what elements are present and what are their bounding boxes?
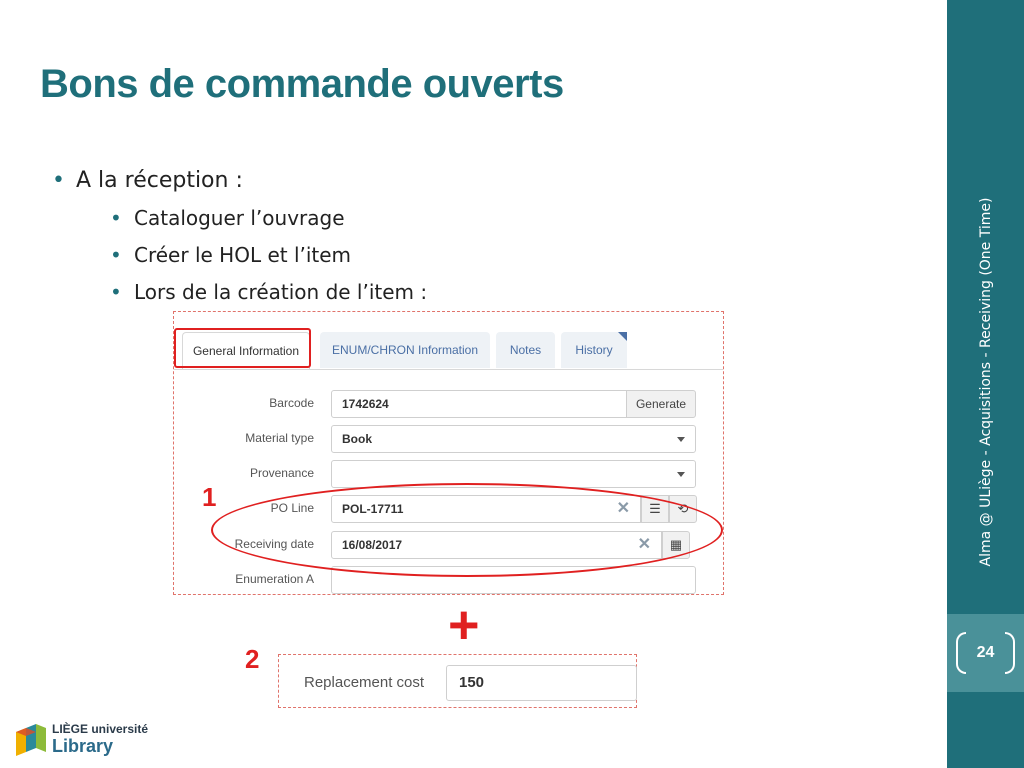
general-information-highlight	[174, 328, 311, 368]
po-line-receiving-date-highlight	[211, 483, 723, 577]
step-marker-2: 2	[245, 644, 260, 674]
logo-mark-icon	[16, 724, 46, 756]
replacement-cost-input[interactable]: 150	[446, 665, 637, 701]
tab-notes[interactable]: Notes	[496, 332, 555, 368]
chevron-down-icon	[677, 437, 685, 442]
page-number-band: 24	[947, 614, 1024, 692]
sub-bullet-list: Cataloguer l’ouvrage Créer le HOL et l’i…	[76, 200, 427, 311]
material-type-value: Book	[342, 432, 372, 446]
sub-bullet-item: Créer le HOL et l’item	[76, 237, 427, 274]
right-sidebar: Alma @ ULiège - Acquisitions - Receiving…	[947, 0, 1024, 768]
bullet-main: A la réception : Cataloguer l’ouvrage Cr…	[52, 166, 427, 311]
tab-history-label: History	[575, 343, 613, 357]
generate-button[interactable]: Generate	[626, 390, 696, 418]
replacement-cost-label: Replacement cost	[304, 674, 425, 691]
enumeration-a-label: Enumeration A	[235, 572, 314, 586]
barcode-input[interactable]: 1742624	[331, 390, 627, 418]
page-number: 24	[976, 644, 995, 661]
replacement-cost-screenshot: Replacement cost 150	[278, 654, 637, 708]
material-type-label: Material type	[245, 431, 314, 445]
sub-bullet-item: Lors de la création de l’item :	[76, 274, 427, 311]
logo-text-bottom: Library	[52, 736, 114, 756]
barcode-label: Barcode	[269, 396, 314, 410]
slide-title: Bons de commande ouverts	[40, 62, 564, 106]
sidebar-text-area: Alma @ ULiège - Acquisitions - Receiving…	[947, 0, 1024, 600]
plus-sign: +	[448, 595, 480, 655]
bullet-list: A la réception : Cataloguer l’ouvrage Cr…	[52, 166, 427, 311]
sidebar-caption: Alma @ ULiège - Acquisitions - Receiving…	[977, 197, 994, 567]
material-type-select[interactable]: Book	[331, 425, 696, 453]
tab-history[interactable]: History	[561, 332, 627, 368]
provenance-label: Provenance	[249, 466, 314, 480]
corner-flag-icon	[618, 332, 627, 341]
logo-text-top: LIÈGE université	[52, 722, 149, 736]
step-marker-1: 1	[202, 482, 217, 512]
chevron-down-icon	[677, 472, 685, 477]
tab-bar: General Information ENUM/CHRON Informati…	[174, 312, 723, 370]
tab-enum-chron-information[interactable]: ENUM/CHRON Information	[320, 332, 490, 368]
sub-bullet-item: Cataloguer l’ouvrage	[76, 200, 427, 237]
bullet-main-text: A la réception :	[76, 168, 243, 193]
